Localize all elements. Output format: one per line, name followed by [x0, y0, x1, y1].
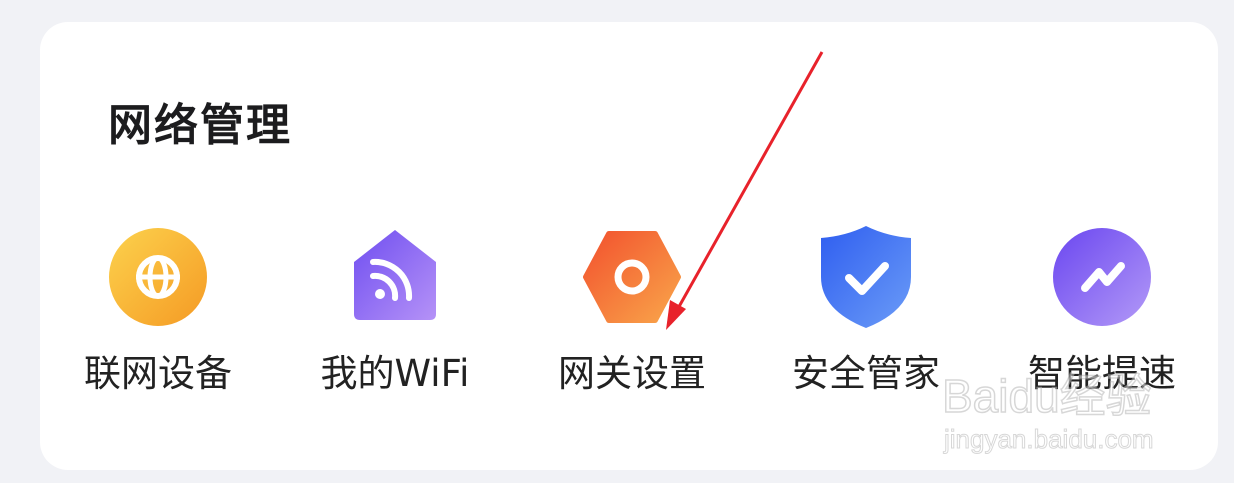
wifi-home-icon — [354, 230, 436, 320]
item-label: 安全管家 — [792, 352, 940, 395]
item-label: 智能提速 — [1028, 352, 1176, 395]
item-my-wifi[interactable]: 我的WiFi — [280, 222, 510, 402]
item-label: 我的WiFi — [320, 352, 470, 395]
item-label: 网关设置 — [558, 352, 706, 395]
item-connected-devices[interactable]: 联网设备 — [43, 222, 273, 402]
shield-check-icon — [821, 226, 911, 328]
speed-boost-icon — [1053, 228, 1151, 326]
item-label: 联网设备 — [84, 352, 232, 395]
item-gateway-settings[interactable]: 网关设置 — [517, 222, 747, 402]
globe-icon — [109, 228, 207, 326]
item-smart-speedup[interactable]: 智能提速 — [987, 222, 1217, 402]
section-title: 网络管理 — [108, 100, 292, 151]
gateway-hexagon-icon — [583, 231, 681, 323]
item-security-manager[interactable]: 安全管家 — [751, 222, 981, 402]
